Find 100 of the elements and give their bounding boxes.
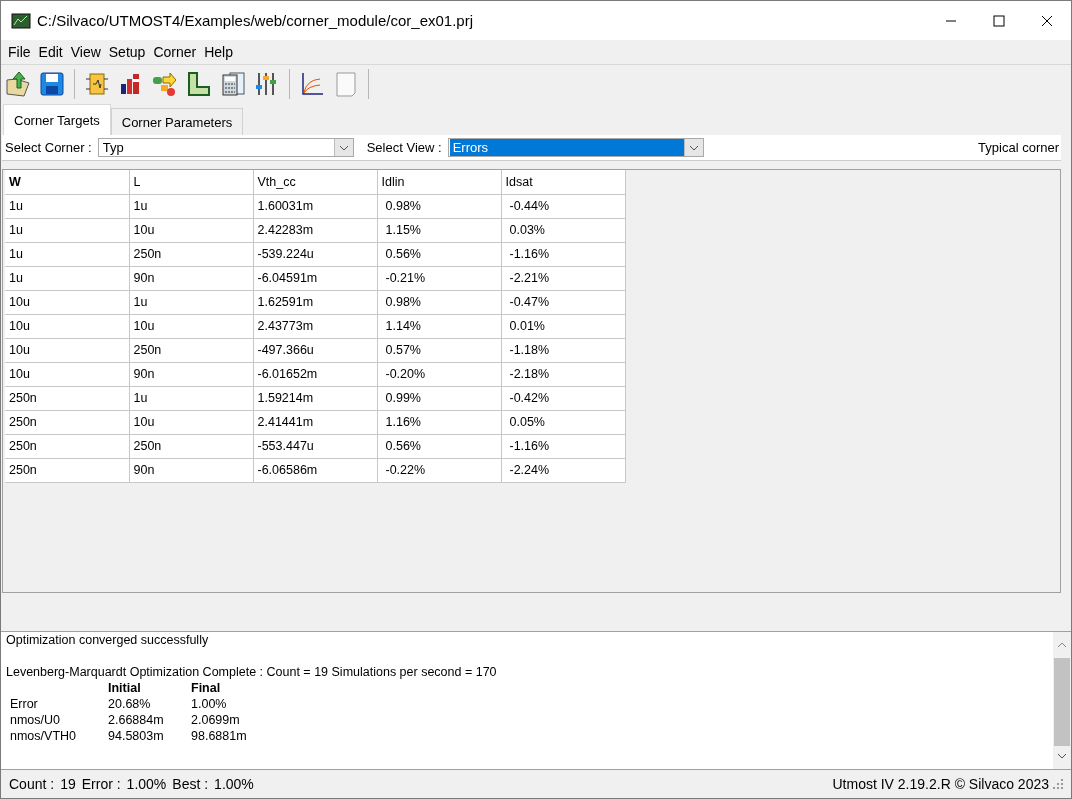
- table-cell: 2.42283m: [253, 218, 377, 242]
- summary-cell-text: nmos/VTH0: [10, 728, 77, 744]
- menu-item[interactable]: File: [4, 44, 35, 60]
- table-cell: -0.42%: [501, 386, 625, 410]
- table-cell: 10u: [129, 218, 253, 242]
- table-cell: 1.15%: [377, 218, 501, 242]
- table-cell: -0.47%: [501, 290, 625, 314]
- tab[interactable]: Corner Parameters: [110, 108, 244, 135]
- summary-cell-text: 20.68%: [108, 696, 152, 712]
- table-cell: 0.01%: [501, 314, 625, 338]
- table-cell: 10u: [129, 410, 253, 434]
- table-cell: 10u: [129, 314, 253, 338]
- table-cell: 90n: [129, 458, 253, 482]
- table-cell: -0.20%: [377, 362, 501, 386]
- table-cell: 1u: [5, 242, 129, 266]
- table-cell: -553.447u: [253, 434, 377, 458]
- table-cell: 1.59214m: [253, 386, 377, 410]
- table-cell: -0.22%: [377, 458, 501, 482]
- scrollbar[interactable]: [1053, 632, 1071, 769]
- table-cell: 90n: [129, 266, 253, 290]
- table-cell: 1u: [5, 194, 129, 218]
- table-cell: 10u: [5, 338, 129, 362]
- flow-icon[interactable]: [151, 70, 179, 98]
- table-cell: 250n: [5, 458, 129, 482]
- column-header[interactable]: Idsat: [501, 170, 625, 194]
- table-cell: 0.98%: [377, 290, 501, 314]
- table-cell: 0.56%: [377, 434, 501, 458]
- table-cell: 1.16%: [377, 410, 501, 434]
- table-cell: -6.04591m: [253, 266, 377, 290]
- menu-item[interactable]: Edit: [34, 44, 67, 60]
- version-text: Utmost IV 2.19.2.R © Silvaco 2023: [832, 776, 1049, 792]
- table-cell: -1.16%: [501, 242, 625, 266]
- table-cell: -1.18%: [501, 338, 625, 362]
- table-cell: 0.05%: [501, 410, 625, 434]
- table-cell: 250n: [129, 434, 253, 458]
- table-cell: 1u: [129, 194, 253, 218]
- select-dropdown[interactable]: Errors: [447, 138, 704, 157]
- status-value: 1.00%: [214, 776, 254, 792]
- summary-cell-text: 2.66884m: [108, 712, 165, 728]
- summary-header: Initial: [108, 680, 142, 696]
- chevron-down-icon: [338, 144, 349, 151]
- table-cell: 2.43773m: [253, 314, 377, 338]
- calculator-icon[interactable]: [219, 70, 247, 98]
- summary-cell-text: Error: [10, 696, 39, 712]
- table-cell: -0.44%: [501, 194, 625, 218]
- table-cell: 1u: [129, 290, 253, 314]
- table-cell: -2.24%: [501, 458, 625, 482]
- table-cell: 1u: [129, 386, 253, 410]
- table-cell: 250n: [5, 386, 129, 410]
- open-folder-icon[interactable]: [4, 70, 32, 98]
- corner-description: Typical corner: [978, 140, 1060, 155]
- menu-item[interactable]: View: [66, 44, 105, 60]
- status-label: Count :: [9, 776, 55, 792]
- column-header[interactable]: Idlin: [377, 170, 501, 194]
- app-icon: [11, 12, 31, 29]
- table-cell: -0.21%: [377, 266, 501, 290]
- summary-cell-text: 1.00%: [191, 696, 228, 712]
- column-header[interactable]: W: [5, 170, 129, 194]
- maximize-icon[interactable]: [993, 14, 1005, 27]
- menu-item[interactable]: Help: [200, 44, 237, 60]
- column-header[interactable]: L: [129, 170, 253, 194]
- save-icon[interactable]: [38, 70, 66, 98]
- table-cell: 0.99%: [377, 386, 501, 410]
- menu-item[interactable]: Corner: [149, 44, 201, 60]
- column-header[interactable]: Vth_cc: [253, 170, 377, 194]
- log-line: Optimization converged successfully: [6, 632, 210, 648]
- table-cell: 250n: [5, 434, 129, 458]
- window-title: C:/Silvaco/UTMOST4/Examples/web/corner_module/cor_ex01.prj: [37, 12, 474, 29]
- table-cell: -6.06586m: [253, 458, 377, 482]
- table-cell: -497.366u: [253, 338, 377, 362]
- table-cell: 10u: [5, 290, 129, 314]
- resize-grip-icon: [1053, 779, 1063, 789]
- menu-item[interactable]: Setup: [104, 44, 150, 60]
- tab[interactable]: Corner Targets: [3, 104, 111, 135]
- summary-header: Final: [191, 680, 222, 696]
- table-cell: 0.56%: [377, 242, 501, 266]
- table-cell: 250n: [5, 410, 129, 434]
- chevron-down-icon: [688, 144, 699, 151]
- status-label: Error :: [81, 776, 121, 792]
- select-dropdown[interactable]: Typ: [97, 138, 354, 157]
- summary-cell-text: 94.5803m: [108, 728, 165, 744]
- summary-cell-text: 98.6881m: [191, 728, 248, 744]
- table-cell: 1.60031m: [253, 194, 377, 218]
- table-cell: 250n: [129, 242, 253, 266]
- log-line: Levenberg-Marquardt Optimization Complete : Count = 19 Simulations per second = 170: [6, 664, 498, 680]
- summary-cell-text: nmos/U0: [10, 712, 62, 728]
- table-cell: 0.57%: [377, 338, 501, 362]
- status-label: Best :: [172, 776, 209, 792]
- table-cell: -1.16%: [501, 434, 625, 458]
- table-cell: 1u: [5, 218, 129, 242]
- status-value: 1.00%: [126, 776, 167, 792]
- table-cell: 10u: [5, 362, 129, 386]
- close-icon[interactable]: [1041, 14, 1053, 27]
- table-cell: 90n: [129, 362, 253, 386]
- select-label: Select Corner :: [4, 140, 93, 155]
- table-cell: 0.03%: [501, 218, 625, 242]
- table-cell: 1.62591m: [253, 290, 377, 314]
- table-cell: 250n: [129, 338, 253, 362]
- circuit-icon[interactable]: [83, 70, 111, 98]
- select-label: Select View :: [365, 140, 443, 155]
